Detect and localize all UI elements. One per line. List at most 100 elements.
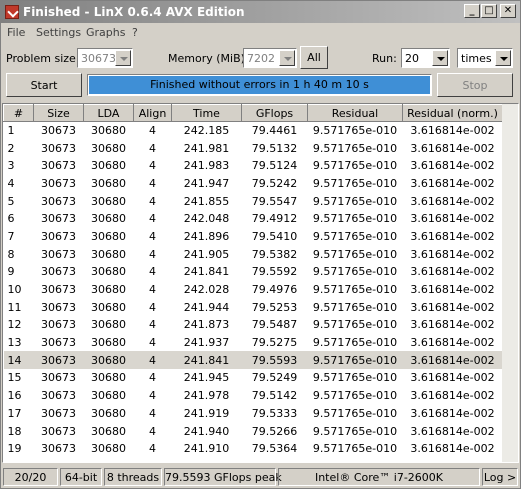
table-cell: 79.4912 [251, 212, 298, 226]
table-cell: 9.571765e-010 [312, 229, 398, 243]
run-unit-combo[interactable]: times [457, 48, 513, 68]
table-cell: 3.616814e-002 [403, 458, 503, 462]
chevron-down-icon[interactable] [495, 50, 511, 66]
table-cell: 7 [7, 229, 15, 243]
table-cell: 30673 [41, 229, 76, 243]
table-cell: 4 [149, 212, 156, 226]
table-cell: 30680 [91, 247, 126, 261]
close-button[interactable]: ✕ [500, 4, 516, 18]
table-cell: 241.981 [183, 141, 230, 155]
table-row[interactable]: 2030673306804241.84479.55809.571765e-010… [4, 458, 503, 462]
table-cell: 3.616814e-002 [410, 389, 495, 403]
table-cell: 30673 [41, 265, 76, 279]
table-cell: 79.5487 [251, 318, 298, 332]
table-cell: 9.571765e-010 [312, 212, 398, 226]
menu-file[interactable]: File [7, 26, 25, 39]
table-row[interactable]: 14 30673 30680 4 241.841 79.5593 9.571765e-010… [3, 351, 503, 370]
log-toggle[interactable]: Log > [482, 468, 518, 486]
chevron-down-icon[interactable] [115, 50, 131, 66]
table-cell: 30680 [91, 124, 126, 138]
chevron-down-icon[interactable] [432, 50, 448, 66]
table-cell: 30680 [91, 442, 126, 456]
table-row[interactable]: 6 30673 30680 4 242.048 79.4912 9.571765e-010 3… [4, 210, 503, 228]
col-header-residual[interactable]: Residual [307, 104, 403, 122]
table-cell: 79.5253 [251, 300, 298, 314]
table-cell: 242.048 [183, 212, 230, 226]
table-row[interactable]: 2 30673 30680 4 241.981 79.5132 9.571765e-010 3… [4, 139, 503, 157]
table-cell: 241.978 [183, 389, 230, 403]
results-table-container[interactable]: # Size LDA Align Time GFlops Residual Re… [2, 103, 519, 463]
problem-size-value: 30673 [81, 52, 116, 65]
table-cell: 9.571765e-010 [312, 194, 398, 208]
col-header-align[interactable]: Align [133, 104, 172, 122]
table-row[interactable]: 19 30673 30680 4 241.910 79.5364 9.571765e-010… [4, 440, 503, 458]
table-row[interactable]: 18 30673 30680 4 241.940 79.5266 9.571765e-010… [4, 422, 503, 440]
table-cell: 14 [3, 351, 34, 370]
table-row[interactable]: 9 30673 30680 4 241.841 79.5592 9.571765e-010 3… [4, 263, 503, 281]
table-cell: 11 [7, 300, 22, 314]
table-row[interactable]: 17 30673 30680 4 241.919 79.5333 9.571765e-010… [4, 405, 503, 423]
table-cell: 3.616814e-002 [410, 141, 495, 155]
minimize-button[interactable]: _ [464, 4, 480, 18]
start-button[interactable]: Start [6, 73, 82, 97]
app-icon[interactable] [5, 5, 19, 19]
problem-size-combo[interactable]: 30673 [77, 48, 133, 68]
menu-settings[interactable]: Settings [36, 26, 81, 39]
table-header-row: # Size LDA Align Time GFlops Residual Re… [3, 104, 503, 122]
table-cell: 242.028 [183, 283, 230, 297]
table-row[interactable]: 13 30673 30680 4 241.937 79.5275 9.571765e-010… [4, 334, 503, 352]
col-header-size[interactable]: Size [33, 104, 84, 122]
maximize-button[interactable]: □ [481, 4, 497, 18]
col-header-residual-norm[interactable]: Residual (norm.) [402, 104, 503, 122]
memory-label: Memory (MiB): [168, 52, 249, 65]
run-label: Run: [372, 52, 397, 65]
table-row[interactable]: 8 30673 30680 4 241.905 79.5382 9.571765e-010 3… [4, 245, 503, 263]
table-cell: 30673 [41, 318, 76, 332]
title-bar[interactable]: Finished - LinX 0.6.4 AVX Edition _ □ ✕ [1, 1, 520, 23]
table-row[interactable]: 16 30673 30680 4 241.978 79.5142 9.571765e-010… [4, 387, 503, 405]
col-header-lda[interactable]: LDA [83, 104, 134, 122]
table-row[interactable]: 4 30673 30680 4 241.947 79.5242 9.571765e-010 3… [4, 175, 503, 193]
table-cell: 3.616814e-002 [410, 124, 495, 138]
table-cell: 30673 [41, 176, 76, 190]
col-header-index[interactable]: # [3, 104, 34, 122]
table-row[interactable]: 3 30673 30680 4 241.983 79.5124 9.571765e-010 3… [4, 157, 503, 175]
table-cell: 30680 [91, 194, 126, 208]
col-header-time[interactable]: Time [171, 104, 242, 122]
all-memory-button[interactable]: All [300, 46, 328, 69]
table-scrollbar-track[interactable] [502, 104, 518, 462]
table-row[interactable]: 7 30673 30680 4 241.896 79.5410 9.571765e-010 3… [4, 228, 503, 246]
table-cell: 8 [7, 247, 15, 261]
progress-bar: Finished without errors in 1 h 40 m 10 s [87, 74, 432, 96]
run-count-combo[interactable]: 20 [401, 48, 450, 68]
table-cell: 30673 [41, 300, 76, 314]
stop-button[interactable]: Stop [437, 73, 513, 97]
table-row[interactable]: 11 30673 30680 4 241.944 79.5253 9.571765e-010… [4, 298, 503, 316]
table-cell: 30680 [91, 300, 126, 314]
table-cell: 4 [149, 389, 156, 403]
menu-help[interactable]: ? [132, 26, 138, 39]
table-row[interactable]: 10 30673 30680 4 242.028 79.4976 9.571765e-010… [4, 281, 503, 299]
table-cell: 4 [149, 141, 156, 155]
table-cell: 30680 [91, 336, 126, 350]
table-cell: 3.616814e-002 [410, 283, 495, 297]
table-row[interactable]: 1 30673 30680 4 242.185 79.4461 9.571765e-010 3… [4, 122, 503, 140]
menu-graphs[interactable]: Graphs [86, 26, 125, 39]
table-cell: 3.616814e-002 [410, 229, 495, 243]
table-row[interactable]: 15 30673 30680 4 241.945 79.5249 9.571765e-010… [4, 369, 503, 387]
table-cell: 30673 [41, 424, 76, 438]
table-cell: 30680 [91, 212, 126, 226]
table-cell: 30673 [41, 247, 76, 261]
table-row[interactable]: 5 30673 30680 4 241.855 79.5547 9.571765e-010 3… [4, 192, 503, 210]
col-header-gflops[interactable]: GFlops [241, 104, 308, 122]
table-cell: 5 [7, 194, 15, 208]
table-cell: 30673 [41, 159, 76, 173]
table-cell: 79.5333 [251, 406, 298, 420]
table-cell: 20 [4, 458, 34, 462]
memory-combo[interactable]: 7202 [243, 48, 297, 68]
table-cell: 4 [149, 124, 156, 138]
table-cell: 9.571765e-010 [312, 176, 398, 190]
chevron-down-icon[interactable] [279, 50, 295, 66]
table-row[interactable]: 12 30673 30680 4 241.873 79.5487 9.571765e-010… [4, 316, 503, 334]
results-table: # Size LDA Align Time GFlops Residual Re… [3, 104, 503, 462]
